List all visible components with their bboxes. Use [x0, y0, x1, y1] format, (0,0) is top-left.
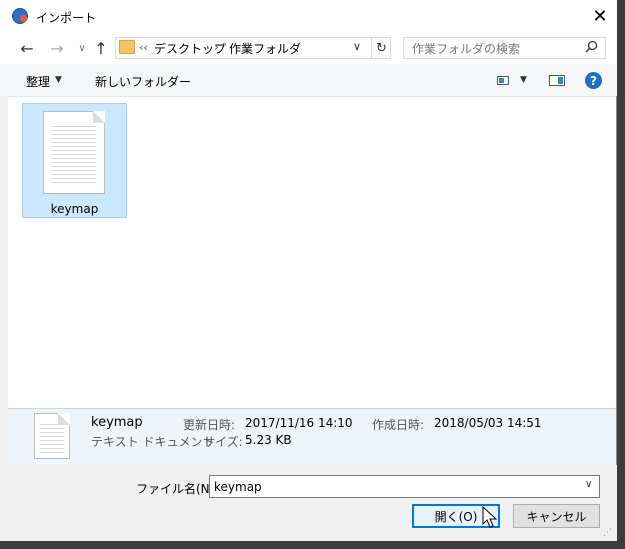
created-date-label: 作成日時: — [372, 418, 425, 432]
change-view-icon[interactable] — [497, 76, 509, 85]
address-dropdown-chevron-icon[interactable]: ∨ — [353, 40, 361, 53]
organize-button[interactable]: 整理 — [26, 73, 50, 90]
forward-arrow-icon[interactable]: → — [47, 38, 67, 58]
filename-dropdown-chevron-icon[interactable]: ∨ — [585, 479, 592, 490]
cancel-button[interactable]: キャンセル — [513, 504, 600, 528]
size-label: サイズ: — [203, 435, 243, 449]
help-icon[interactable]: ? — [585, 72, 602, 89]
search-placeholder: 作業フォルダの検索 — [412, 42, 521, 56]
back-arrow-icon[interactable]: ← — [17, 38, 37, 58]
resize-grip-icon[interactable]: ⋰ — [603, 528, 612, 538]
size-value: 5.23 KB — [245, 433, 292, 447]
created-date-value: 2018/05/03 14:51 — [434, 416, 542, 430]
file-item-label[interactable]: keymap — [22, 202, 127, 216]
filename-field[interactable] — [209, 475, 600, 498]
recent-locations-chevron-icon[interactable]: ∨ — [72, 38, 92, 58]
caret-down-icon[interactable]: ▼ — [55, 75, 62, 85]
breadcrumb-overflow[interactable]: ‹‹ — [139, 41, 148, 54]
folder-icon — [119, 40, 135, 54]
app-icon — [12, 8, 28, 24]
modified-date-label: 更新日時: — [183, 418, 236, 432]
details-file-name: keymap — [91, 415, 143, 430]
new-folder-button[interactable]: 新しいフォルダー — [95, 73, 191, 90]
text-document-icon[interactable] — [43, 111, 105, 194]
text-document-icon — [34, 413, 70, 459]
breadcrumb-item-work-folder[interactable]: 作業フォルダ — [229, 40, 301, 57]
preview-pane-icon[interactable] — [549, 75, 565, 86]
breadcrumb-separator-icon[interactable]: › — [214, 40, 219, 54]
filename-label: ファイル名(N): — [136, 482, 219, 496]
mouse-cursor-icon — [482, 505, 498, 533]
caret-down-icon[interactable]: ▼ — [520, 75, 527, 85]
refresh-icon[interactable]: ↻ — [371, 38, 391, 58]
window-title: インポート — [36, 11, 97, 25]
close-button[interactable]: ✕ — [584, 0, 616, 32]
modified-date-value: 2017/11/16 14:10 — [245, 416, 353, 430]
up-arrow-icon[interactable]: ↑ — [91, 38, 111, 58]
import-dialog: インポート ✕ ← → ∨ ↑ ‹‹ デスクトップ › 作業フォルダ ∨ ↻ 作… — [0, 0, 617, 541]
details-file-type: テキスト ドキュメント — [91, 435, 215, 449]
search-icon[interactable] — [585, 40, 598, 57]
